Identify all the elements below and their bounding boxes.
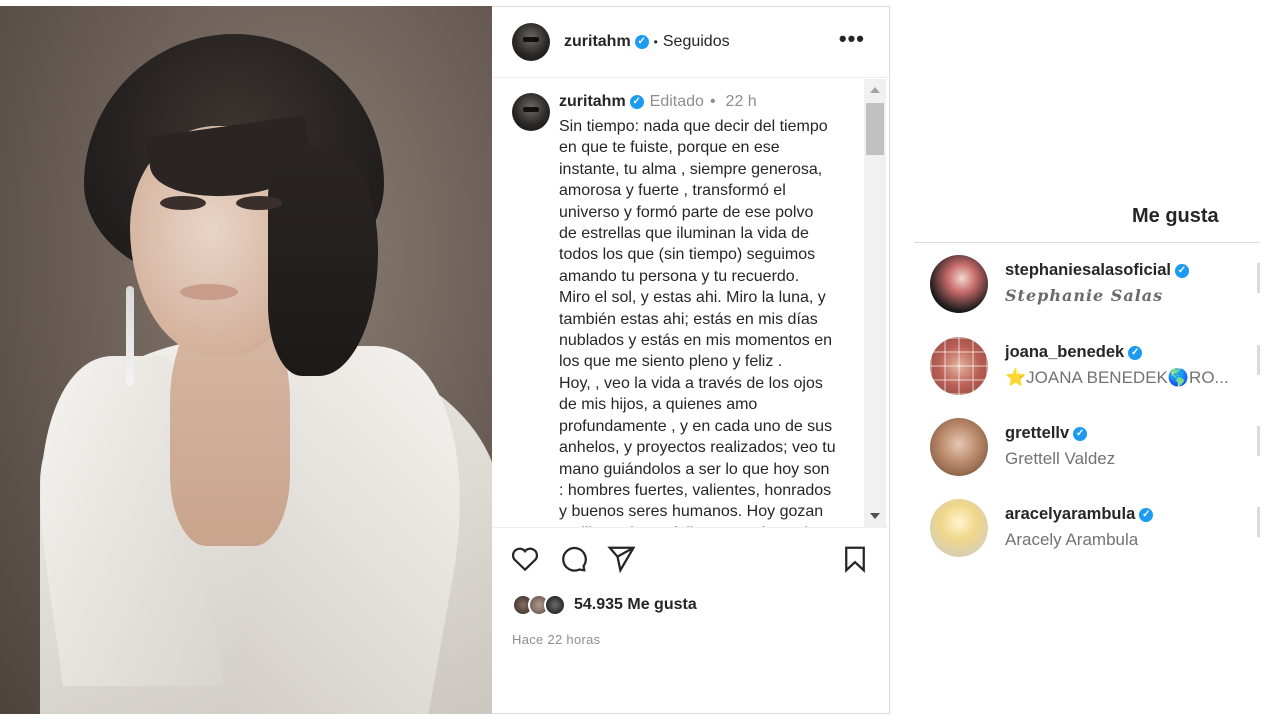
post-time-ago[interactable]: Hace 22 horas bbox=[512, 632, 600, 647]
follow-button-edge[interactable] bbox=[1257, 426, 1260, 456]
verified-badge-icon: ✓ bbox=[1128, 345, 1143, 360]
scroll-up-arrow-icon[interactable] bbox=[870, 87, 880, 93]
likes-count[interactable]: 54.935 Me gusta bbox=[574, 596, 697, 614]
caption-author-avatar[interactable] bbox=[512, 93, 550, 131]
post-panel: zuritahm ✓ • Seguidos ••• zuritahm ✓ Edi… bbox=[492, 6, 890, 714]
heart-icon[interactable] bbox=[510, 544, 540, 574]
caption-area[interactable]: zuritahm ✓ Editado • 22 h Sin tiempo: na… bbox=[492, 79, 889, 527]
liker-username[interactable]: stephaniesalasoficial bbox=[1005, 261, 1171, 280]
photo-hair-side bbox=[268, 146, 378, 376]
liker-fullname: Aracely Arambula bbox=[1005, 530, 1139, 549]
liker-fullname: Grettell Valdez bbox=[1005, 449, 1116, 468]
bookmark-icon[interactable] bbox=[840, 544, 870, 574]
author-username[interactable]: zuritahm bbox=[564, 33, 631, 51]
author-info: zuritahm ✓ • Seguidos bbox=[564, 33, 730, 51]
liker-fullname: ⭐JOANA BENEDEK🌎RO... bbox=[1005, 368, 1229, 387]
separator-dot: • bbox=[653, 35, 658, 49]
author-avatar[interactable] bbox=[512, 23, 550, 61]
photo-eye-left bbox=[160, 196, 206, 210]
liker-username[interactable]: joana_benedek bbox=[1005, 343, 1124, 362]
liker-row[interactable]: joana_benedek ✓ ⭐JOANA BENEDEK🌎RO... bbox=[930, 337, 1260, 399]
caption-username[interactable]: zuritahm bbox=[559, 93, 626, 111]
liker-username[interactable]: grettellv bbox=[1005, 424, 1069, 443]
liker-row[interactable]: stephaniesalasoficial ✓ Stephanie Salas bbox=[930, 255, 1260, 317]
liker-fullname: Stephanie Salas bbox=[1005, 286, 1164, 305]
liker-username-row: joana_benedek ✓ bbox=[1005, 343, 1143, 362]
liker-avatar[interactable] bbox=[930, 499, 988, 557]
liker-username-row: aracelyarambula ✓ bbox=[1005, 505, 1154, 524]
following-button[interactable]: Seguidos bbox=[663, 33, 730, 51]
follow-button-edge[interactable] bbox=[1257, 507, 1260, 537]
verified-badge-icon: ✓ bbox=[1073, 426, 1088, 441]
likes-row[interactable]: 54.935 Me gusta bbox=[512, 594, 697, 616]
liker-avatar[interactable] bbox=[930, 337, 988, 395]
verified-badge-icon: ✓ bbox=[634, 35, 649, 49]
more-horizontal-icon[interactable]: ••• bbox=[839, 28, 865, 50]
caption-scrollbar[interactable] bbox=[864, 79, 886, 527]
liker-username[interactable]: aracelyarambula bbox=[1005, 505, 1135, 524]
caption-time[interactable]: 22 h bbox=[726, 93, 757, 111]
follow-button-edge[interactable] bbox=[1257, 345, 1260, 375]
separator-dot: • bbox=[709, 93, 716, 110]
post-header: zuritahm ✓ • Seguidos ••• bbox=[492, 7, 889, 78]
liker-row[interactable]: aracelyarambula ✓ Aracely Arambula bbox=[930, 499, 1260, 561]
verified-badge-icon: ✓ bbox=[1139, 507, 1154, 522]
post-photo[interactable] bbox=[0, 6, 492, 714]
liker-username-row: grettellv ✓ bbox=[1005, 424, 1088, 443]
share-icon[interactable] bbox=[606, 544, 636, 574]
edited-label: Editado bbox=[649, 93, 704, 110]
liker-row[interactable]: grettellv ✓ Grettell Valdez bbox=[930, 418, 1260, 480]
follow-button-edge[interactable] bbox=[1257, 263, 1260, 293]
photo-eye-right bbox=[236, 196, 282, 210]
liker-mini-avatar bbox=[544, 594, 566, 616]
liker-avatar[interactable] bbox=[930, 418, 988, 476]
scroll-down-arrow-icon[interactable] bbox=[870, 513, 880, 519]
likes-panel-title: Me gusta bbox=[1132, 205, 1219, 227]
likes-divider bbox=[914, 242, 1260, 243]
verified-badge-icon: ✓ bbox=[629, 95, 644, 109]
liker-avatar[interactable] bbox=[930, 255, 988, 313]
scrollbar-thumb[interactable] bbox=[866, 103, 884, 155]
comment-icon[interactable] bbox=[558, 544, 588, 574]
verified-badge-icon: ✓ bbox=[1175, 263, 1189, 278]
post-actions: 54.935 Me gusta Hace 22 horas bbox=[492, 527, 889, 715]
photo-lips bbox=[180, 284, 238, 300]
caption-text: Sin tiempo: nada que decir del tiempo en… bbox=[559, 118, 836, 527]
photo-earring bbox=[126, 286, 134, 386]
caption-meta: zuritahm ✓ Editado • 22 h bbox=[559, 93, 757, 111]
liker-username-row: stephaniesalasoficial ✓ bbox=[1005, 261, 1189, 280]
